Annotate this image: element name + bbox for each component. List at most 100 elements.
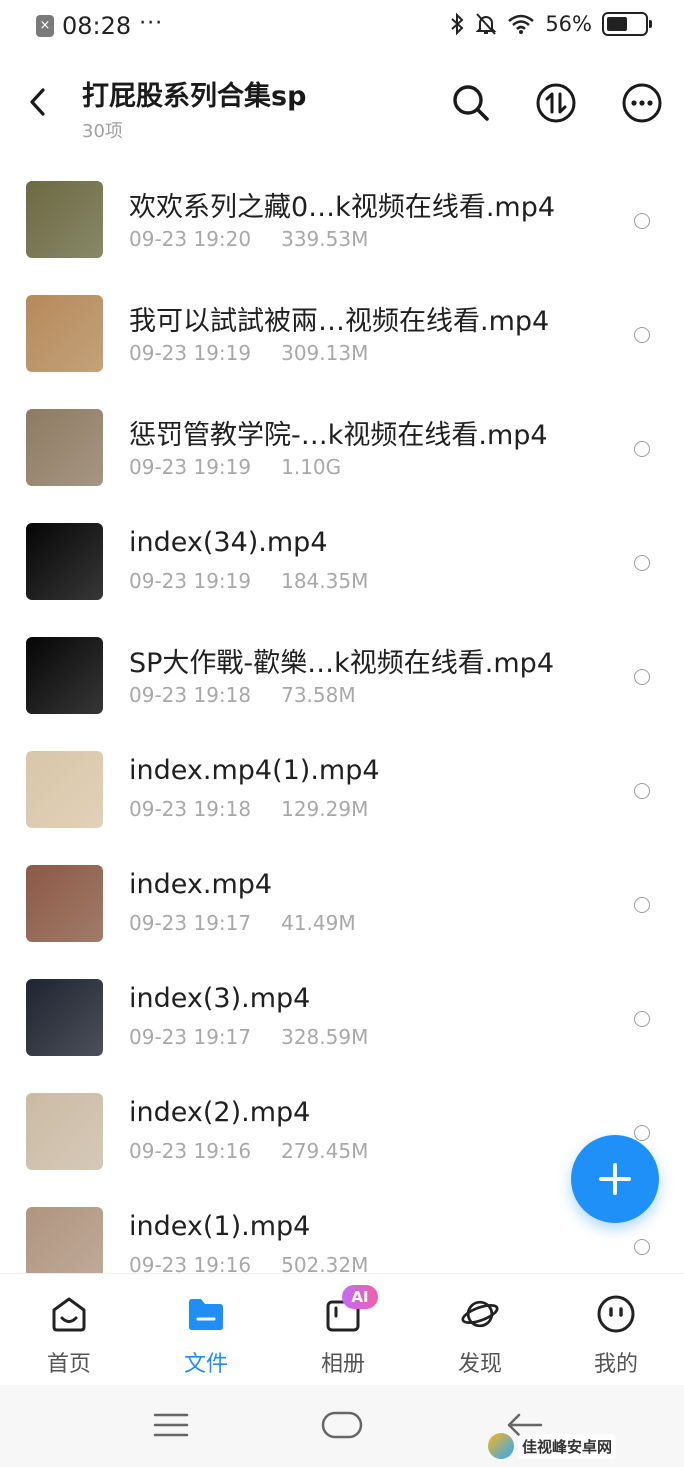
- file-name: index(34).mp4: [129, 527, 328, 558]
- back-button[interactable]: [20, 82, 56, 122]
- file-name: SP大作戰-歡樂…k视频在线看.mp4: [129, 648, 554, 679]
- file-list: 欢欢系列之藏0…k视频在线看.mp4 09-23 19:20 339.53M 我可以試…: [0, 163, 684, 1273]
- file-meta: 09-23 19:19 309.13M: [129, 341, 368, 365]
- tab-files[interactable]: 文件: [151, 1274, 261, 1386]
- file-date: 09-23 19:18: [129, 683, 252, 707]
- file-meta: 09-23 19:19 1.10G: [129, 455, 341, 479]
- select-radio[interactable]: [634, 783, 650, 799]
- file-date: 09-23 19:17: [129, 1025, 252, 1049]
- status-right: 56%: [449, 12, 652, 36]
- watermark-text: 佳视峰安卓网: [518, 1433, 617, 1459]
- file-meta: 09-23 19:18 73.58M: [129, 683, 356, 707]
- file-meta: 09-23 19:17 41.49M: [129, 911, 356, 935]
- title-block: 打屁股系列合集sp 30项: [82, 74, 306, 143]
- notification-icon: ×: [36, 15, 54, 37]
- home-nav-button[interactable]: [318, 1403, 366, 1447]
- file-meta: 09-23 19:18 129.29M: [129, 797, 368, 821]
- add-button[interactable]: [571, 1135, 659, 1223]
- bluetooth-icon: [451, 12, 464, 36]
- status-left: × 08:28 ···: [36, 11, 163, 40]
- file-row[interactable]: index.mp4(1).mp4 09-23 19:18 129.29M: [0, 733, 684, 847]
- planet-icon: [460, 1294, 500, 1334]
- battery-fill: [607, 17, 628, 31]
- video-thumbnail: [26, 409, 103, 486]
- file-meta: 09-23 19:16 502.32M: [129, 1253, 368, 1273]
- file-row[interactable]: index.mp4 09-23 19:17 41.49M: [0, 847, 684, 961]
- file-name: 惩罚管教学院-…k视频在线看.mp4: [129, 420, 548, 451]
- file-size: 73.58M: [281, 683, 356, 707]
- video-thumbnail: [26, 523, 103, 600]
- select-radio[interactable]: [634, 669, 650, 685]
- file-row[interactable]: SP大作戰-歡樂…k视频在线看.mp4 09-23 19:18 73.58M: [0, 619, 684, 733]
- search-button[interactable]: [450, 82, 492, 124]
- select-radio[interactable]: [634, 1011, 650, 1027]
- status-time: 08:28: [62, 12, 132, 40]
- select-radio[interactable]: [634, 441, 650, 457]
- file-meta: 09-23 19:20 339.53M: [129, 227, 368, 251]
- item-count: 30项: [82, 121, 123, 142]
- menu-icon: [153, 1413, 189, 1437]
- tab-discover-label: 发现: [457, 1352, 502, 1377]
- tab-discover[interactable]: 发现: [425, 1274, 535, 1386]
- home-icon: [49, 1294, 89, 1334]
- select-radio[interactable]: [634, 327, 650, 343]
- file-row[interactable]: 我可以試試被兩…视频在线看.mp4 09-23 19:19 309.13M: [0, 277, 684, 391]
- file-name: index(3).mp4: [129, 983, 311, 1014]
- file-date: 09-23 19:16: [129, 1139, 252, 1163]
- tab-me-label: 我的: [593, 1352, 638, 1377]
- header: 打屁股系列合集sp 30项: [0, 56, 684, 148]
- file-date: 09-23 19:16: [129, 1253, 252, 1273]
- watermark-logo: [488, 1433, 514, 1459]
- file-row[interactable]: 欢欢系列之藏0…k视频在线看.mp4 09-23 19:20 339.53M: [0, 163, 684, 277]
- select-radio[interactable]: [634, 1239, 650, 1255]
- folder-icon: [186, 1294, 226, 1334]
- file-row[interactable]: index(3).mp4 09-23 19:17 328.59M: [0, 961, 684, 1075]
- menu-nav-button[interactable]: [147, 1403, 195, 1447]
- video-thumbnail: [26, 865, 103, 942]
- file-name: index(2).mp4: [129, 1097, 311, 1128]
- select-radio[interactable]: [634, 555, 650, 571]
- tab-bar: 首页 文件 AI 相册 发现 我的: [0, 1273, 684, 1385]
- back-icon: [30, 88, 45, 116]
- file-size: 309.13M: [281, 341, 369, 365]
- file-size: 502.32M: [281, 1253, 369, 1273]
- file-size: 328.59M: [281, 1025, 369, 1049]
- file-row[interactable]: 惩罚管教学院-…k视频在线看.mp4 09-23 19:19 1.10G: [0, 391, 684, 505]
- sort-icon: [536, 83, 576, 123]
- plus-icon: [599, 1163, 631, 1195]
- select-radio[interactable]: [634, 897, 650, 913]
- sort-button[interactable]: [535, 82, 577, 124]
- mute-icon: [475, 13, 497, 35]
- wifi-icon: [508, 14, 535, 34]
- tab-album[interactable]: AI 相册: [288, 1274, 398, 1386]
- file-size: 184.35M: [281, 569, 369, 593]
- file-name: index.mp4: [129, 869, 273, 900]
- battery-percent: 56%: [545, 12, 592, 36]
- video-thumbnail: [26, 979, 103, 1056]
- tab-me[interactable]: 我的: [561, 1274, 671, 1386]
- battery-icon: [602, 12, 652, 36]
- file-name: index.mp4(1).mp4: [129, 755, 380, 786]
- video-thumbnail: [26, 1207, 103, 1273]
- more-button[interactable]: [621, 82, 663, 124]
- tab-album-label: 相册: [320, 1352, 365, 1377]
- file-size: 41.49M: [281, 911, 356, 935]
- select-radio[interactable]: [634, 213, 650, 229]
- file-date: 09-23 19:20: [129, 227, 252, 251]
- file-date: 09-23 19:19: [129, 341, 252, 365]
- tab-home[interactable]: 首页: [14, 1274, 124, 1386]
- select-radio[interactable]: [634, 1125, 650, 1141]
- tab-home-label: 首页: [46, 1352, 91, 1377]
- video-thumbnail: [26, 295, 103, 372]
- video-thumbnail: [26, 181, 103, 258]
- status-bar: × 08:28 ··· 56%: [0, 0, 684, 56]
- video-thumbnail: [26, 1093, 103, 1170]
- file-date: 09-23 19:19: [129, 455, 252, 479]
- file-row[interactable]: index(34).mp4 09-23 19:19 184.35M: [0, 505, 684, 619]
- file-size: 129.29M: [281, 797, 369, 821]
- file-size: 279.45M: [281, 1139, 369, 1163]
- file-size: 1.10G: [281, 455, 342, 479]
- page-title: 打屁股系列合集sp: [82, 81, 307, 112]
- file-name: index(1).mp4: [129, 1211, 311, 1242]
- file-name: 欢欢系列之藏0…k视频在线看.mp4: [129, 192, 556, 223]
